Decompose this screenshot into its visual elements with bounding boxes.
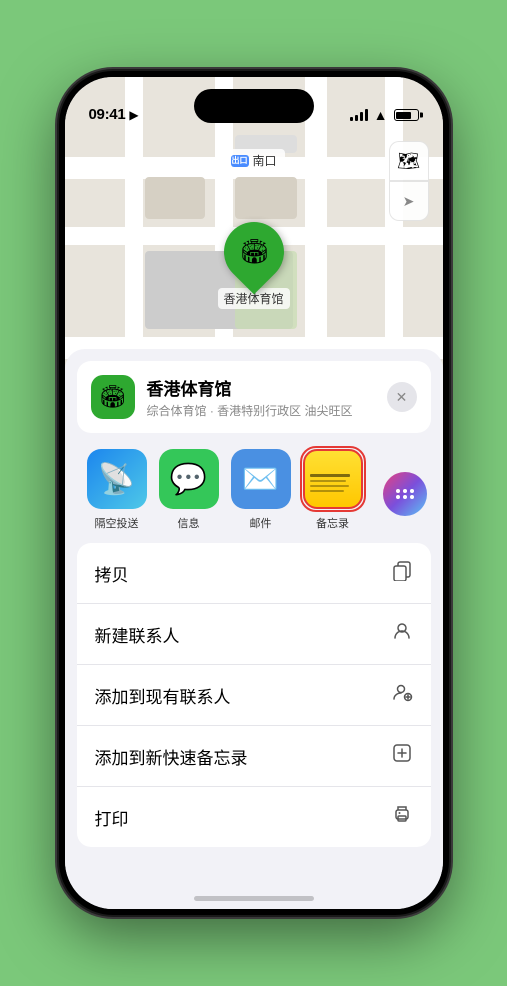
share-more[interactable]	[369, 456, 441, 524]
map-icon: 🗺	[397, 151, 420, 172]
airdrop-label: 隔空投送	[95, 515, 139, 531]
add-notes-icon	[391, 742, 413, 770]
add-notes-label: 添加到新快速备忘录	[95, 744, 248, 769]
notes-icon	[303, 449, 363, 509]
airdrop-emoji: 📡	[98, 462, 135, 497]
venue-name: 香港体育馆	[147, 375, 417, 400]
add-existing-label: 添加到现有联系人	[95, 683, 231, 708]
print-label: 打印	[95, 805, 129, 830]
action-print[interactable]: 打印	[77, 787, 431, 847]
map-view-button[interactable]: 🗺	[389, 141, 429, 181]
messages-label: 信息	[178, 515, 200, 531]
share-airdrop[interactable]: 📡 隔空投送	[81, 449, 153, 531]
bottom-sheet: 🏟 香港体育馆 综合体育馆 · 香港特别行政区 油尖旺区 ✕ 📡 隔空投送	[65, 349, 443, 909]
venue-icon: 🏟	[91, 375, 135, 419]
dynamic-island	[194, 89, 314, 123]
share-notes[interactable]: 备忘录	[297, 449, 369, 531]
action-list: 拷贝 新建联系人	[77, 543, 431, 847]
venue-description: 综合体育馆 · 香港特别行政区 油尖旺区	[147, 402, 417, 419]
new-contact-label: 新建联系人	[95, 622, 180, 647]
venue-info: 香港体育馆 综合体育馆 · 香港特别行政区 油尖旺区	[147, 375, 417, 419]
action-copy[interactable]: 拷贝	[77, 543, 431, 604]
map-controls: 🗺 ➤	[389, 141, 429, 221]
messages-icon: 💬	[159, 449, 219, 509]
airdrop-icon: 📡	[87, 449, 147, 509]
print-icon	[391, 803, 413, 831]
location-pin: 🏟 香港体育馆	[217, 222, 289, 309]
phone-screen: 09:41 ▶ ▲	[65, 77, 443, 909]
pin-marker: 🏟	[211, 210, 296, 295]
notes-label: 备忘录	[316, 515, 349, 531]
mail-label: 邮件	[250, 515, 272, 531]
wifi-icon: ▲	[374, 107, 388, 123]
share-row: 📡 隔空投送 💬 信息 ✉️ 邮件	[65, 433, 443, 535]
compass-button[interactable]: ➤	[389, 181, 429, 221]
signal-bars-icon	[350, 109, 368, 121]
venue-emoji: 🏟	[99, 384, 127, 410]
copy-icon	[391, 559, 413, 587]
map-label-text: 南口	[252, 152, 276, 169]
new-contact-icon	[391, 620, 413, 648]
pin-emoji: 🏟	[238, 238, 268, 267]
compass-icon: ➤	[403, 193, 415, 210]
phone-frame: 09:41 ▶ ▲	[59, 71, 449, 915]
status-time: 09:41	[89, 106, 126, 123]
mail-emoji: ✉️	[242, 462, 279, 497]
close-button[interactable]: ✕	[387, 382, 417, 412]
share-messages[interactable]: 💬 信息	[153, 449, 225, 531]
action-add-notes[interactable]: 添加到新快速备忘录	[77, 726, 431, 787]
map-label-prefix: 出口	[230, 155, 248, 167]
venue-card: 🏟 香港体育馆 综合体育馆 · 香港特别行政区 油尖旺区 ✕	[77, 361, 431, 433]
home-indicator	[194, 896, 314, 901]
mail-icon: ✉️	[231, 449, 291, 509]
add-existing-icon	[391, 681, 413, 709]
action-new-contact[interactable]: 新建联系人	[77, 604, 431, 665]
action-add-existing[interactable]: 添加到现有联系人	[77, 665, 431, 726]
map-street-label: 出口 南口	[222, 149, 284, 172]
copy-label: 拷贝	[95, 561, 129, 586]
battery-icon	[394, 109, 419, 121]
messages-emoji: 💬	[170, 462, 207, 497]
location-arrow-icon: ▶	[129, 108, 138, 122]
more-options-icon	[375, 464, 435, 524]
status-icons: ▲	[350, 107, 419, 123]
share-mail[interactable]: ✉️ 邮件	[225, 449, 297, 531]
